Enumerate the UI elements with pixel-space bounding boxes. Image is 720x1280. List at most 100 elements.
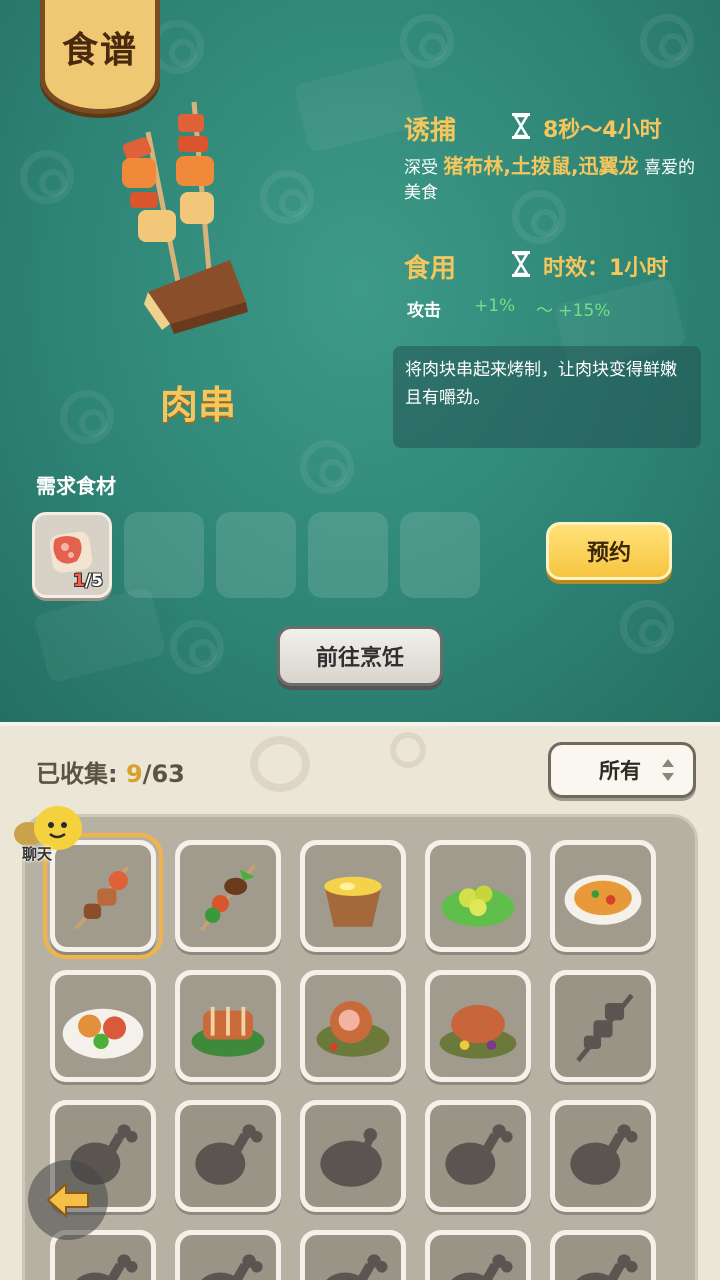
drumstick-silhouette-icon [451,1254,513,1280]
recipe-cell[interactable] [300,970,406,1082]
drumstick-silhouette-icon [195,1124,263,1185]
back-arrow-icon [46,1182,89,1218]
recipe-cell-frame [305,845,401,947]
recipe-cell[interactable] [300,840,406,952]
drumstick-silhouette-icon [445,1124,513,1185]
recipe-cell-frame [555,845,651,947]
roast-chicken-silhouette-icon [320,1128,382,1187]
eat-title: 食用 [404,254,457,284]
background-swirl [20,150,74,204]
recipe-cell-locked[interactable] [300,1100,406,1212]
skewer-silhouette-icon [576,993,634,1063]
recipe-cell-locked[interactable] [550,1230,656,1280]
stat-min: +1% [474,296,516,316]
recipe-cell-frame [430,1105,526,1207]
recipe-cell[interactable] [425,970,531,1082]
meat-skewer-artwork [122,101,248,334]
ingredient-slot[interactable]: 1/5 [32,512,112,598]
ingredient-count-current: 1 [73,571,85,591]
meat-icon [49,531,93,573]
background-swirl [60,390,114,444]
collection-progress: 已收集: 9/63 [36,754,185,789]
badge-label: 食谱 [61,29,138,71]
drumstick-silhouette-icon [570,1124,638,1185]
reserve-button[interactable]: 预约 [546,522,672,580]
ingredient-slot-empty [124,512,204,598]
lure-time: 8秒～4小时 [543,118,662,143]
lure-desc-prefix: 深受 [404,158,438,178]
dish-name: 肉串 [159,383,236,427]
ingredient-slot-empty [216,512,296,598]
ingredient-count-total: /5 [84,571,103,591]
recipe-cell-frame [305,1105,401,1207]
background-tag [33,586,167,684]
collection-label: 已收集: [36,760,118,788]
recipe-cell-frame [180,1235,276,1280]
salad-plate-icon [62,1008,144,1059]
recipe-cell-frame [430,975,526,1077]
recipe-cell[interactable] [175,840,281,952]
recipe-cell-frame [55,1235,151,1280]
go-cook-button[interactable]: 前往烹饪 [277,626,443,686]
recipe-cell-frame [430,845,526,947]
mushroom-skewer-icon [199,864,257,932]
pizza-plate-icon [564,874,642,925]
recipe-cell-frame [555,975,651,1077]
background-swirl [170,620,224,674]
back-button[interactable] [28,1160,108,1240]
sort-arrows-icon [662,759,674,781]
drumstick-silhouette-icon [326,1254,388,1280]
hourglass-icon [512,251,530,277]
collection-total: /63 [142,760,185,788]
ingredient-slot-empty [308,512,388,598]
dish-description: 将肉块串起来烤制，让肉块变得鲜嫩且有嚼劲。 [393,346,701,448]
lure-description: 深受 猪布林,土拨鼠,迅翼龙 喜爱的美食 [404,154,704,206]
roast-feast-icon [439,1004,517,1059]
hourglass-icon [512,113,530,139]
background-swirl [620,600,674,654]
recipe-cell[interactable] [175,970,281,1082]
chat-label[interactable]: 聊天 [22,843,52,864]
background-swirl [640,14,694,68]
recipe-cell-locked[interactable] [550,1100,656,1212]
roast-ribs-icon [191,1006,265,1057]
recipe-cell-frame [180,845,276,947]
fruit-plate-icon [441,885,515,927]
recipe-cell-frame [180,975,276,1077]
recipe-cell-locked[interactable] [300,1230,406,1280]
recipe-cell-locked[interactable] [425,1100,531,1212]
recipe-cell-locked[interactable] [425,1230,531,1280]
recipe-cell-locked[interactable] [175,1230,281,1280]
recipe-detail-panel: 食谱 肉串 诱捕 8秒～4小时 深受 猪布林,土拨鼠,迅翼龙 喜爱的美食 食用 … [0,0,720,722]
recipe-cell[interactable] [50,970,156,1082]
recipe-cell-locked[interactable] [550,970,656,1082]
lure-title: 诱捕 [404,116,457,146]
recipe-cell-frame [55,975,151,1077]
collection-current: 9 [125,760,143,788]
ingredient-slot-empty [400,512,480,598]
recipe-cell-frame [305,1235,401,1280]
stat-label: 攻击 [407,301,441,321]
eat-duration: 时效：1小时 [543,256,669,281]
recipe-cell-locked[interactable] [175,1100,281,1212]
recipe-cell-frame [180,1105,276,1207]
soup-bowl-icon [324,876,382,927]
drumstick-silhouette-icon [201,1254,263,1280]
ingredients-label: 需求食材 [36,474,116,498]
filter-value: 所有 [599,759,641,783]
filter-dropdown[interactable]: 所有 [548,742,696,798]
background-swirl [250,736,310,792]
drumstick-silhouette-icon [76,1254,138,1280]
ingredient-count: 1/5 [73,571,103,591]
drumstick-silhouette-icon [576,1254,638,1280]
lure-desc-targets: 猪布林,土拨鼠,迅翼龙 [443,154,639,178]
recipe-cell-frame [305,975,401,1077]
background-swirl [390,732,426,768]
recipe-cell[interactable] [425,840,531,952]
stat-max: ～ +15% [536,301,611,321]
recipe-cell[interactable] [550,840,656,952]
recipe-cell-frame [555,1105,651,1207]
recipe-cell-frame [555,1235,651,1280]
roast-ham-icon [316,1001,390,1057]
recipe-cell-frame [430,1235,526,1280]
